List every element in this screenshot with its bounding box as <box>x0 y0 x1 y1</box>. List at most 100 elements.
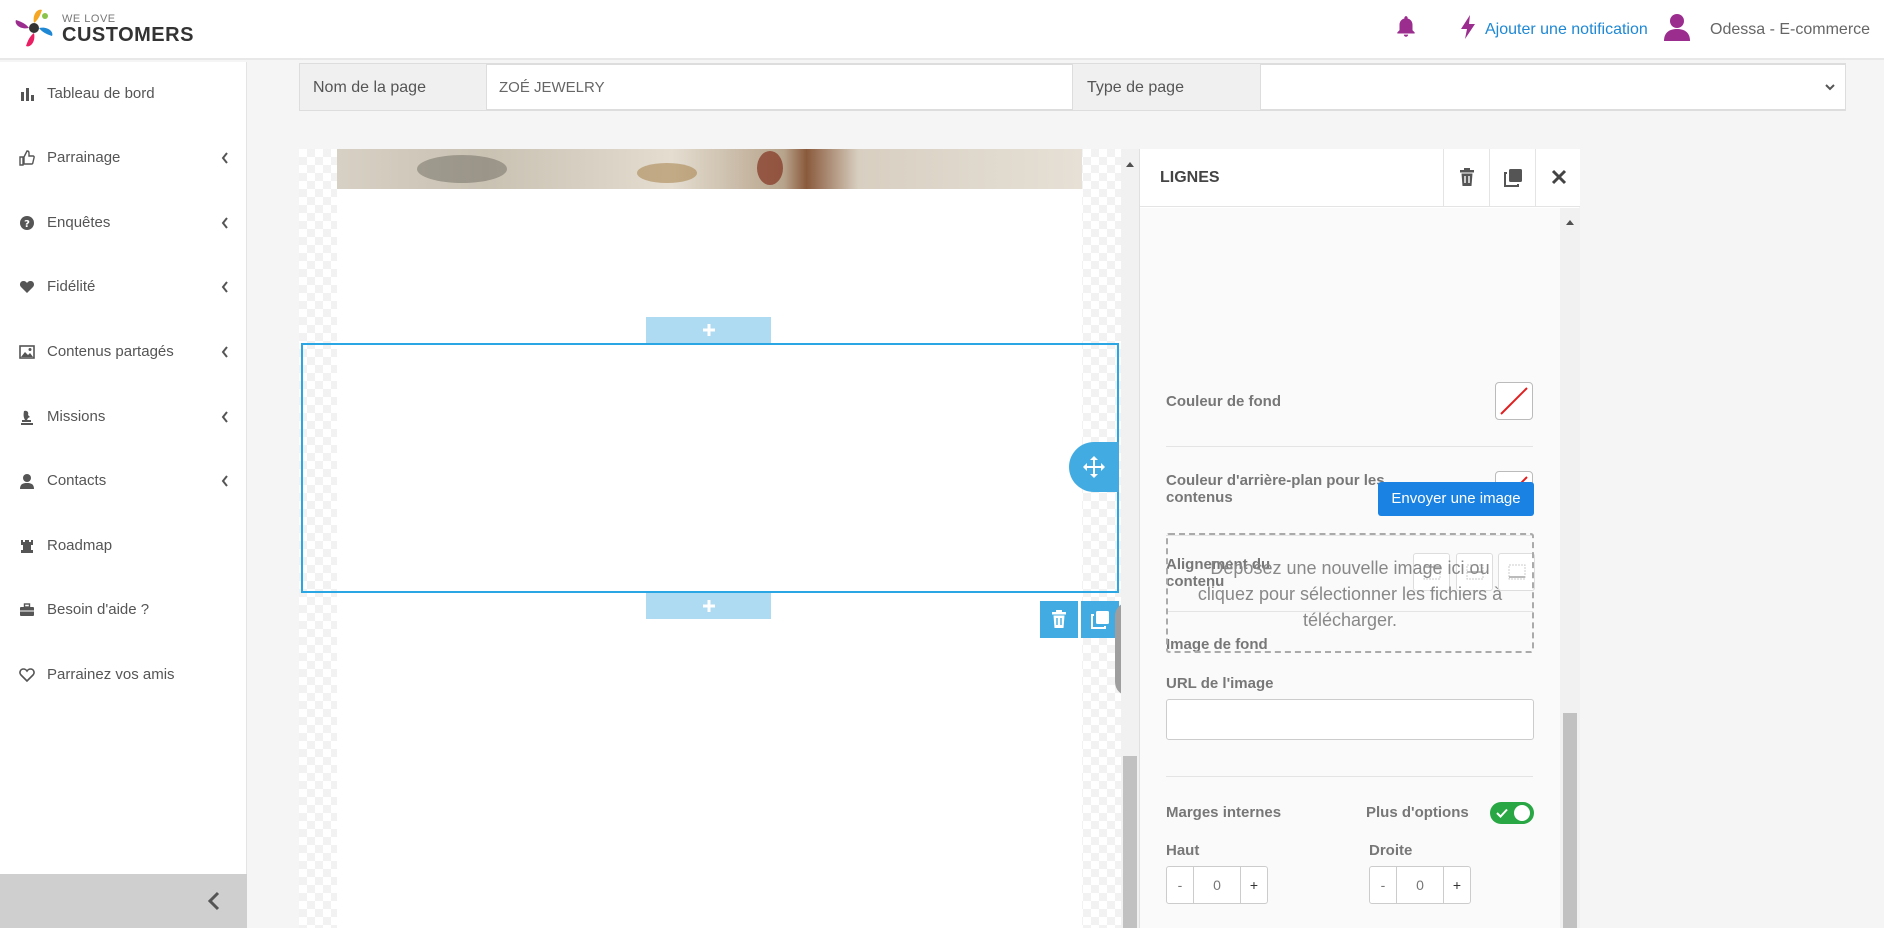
padding-right-value[interactable]: 0 <box>1397 867 1443 903</box>
panel-scrollbar[interactable] <box>1560 208 1580 928</box>
padding-top-label: Haut <box>1166 842 1200 859</box>
sidebar-item-invite-friends[interactable]: Parrainez vos amis <box>0 655 247 695</box>
user-name[interactable]: Odessa - E-commerce <box>1710 21 1870 39</box>
sidebar-item-label: Roadmap <box>47 537 113 554</box>
sidebar-item-loyalty[interactable]: Fidélité <box>0 267 247 307</box>
copy-icon <box>1504 169 1522 187</box>
bell-icon[interactable] <box>1393 14 1419 40</box>
toggle-knob <box>1514 805 1530 821</box>
trash-icon <box>1460 168 1474 186</box>
sidebar-item-label: Parrainez vos amis <box>47 666 175 683</box>
sidebar-item-referral[interactable]: Parrainage <box>0 138 247 178</box>
padding-top-value[interactable]: 0 <box>1194 867 1240 903</box>
sidebar-footer <box>0 874 247 928</box>
thumbs-up-icon <box>19 150 35 166</box>
logo[interactable]: WE LOVE CUSTOMERS <box>12 6 193 52</box>
svg-text:?: ? <box>24 219 30 230</box>
bg-color-picker[interactable] <box>1495 382 1533 420</box>
check-icon <box>1496 808 1508 818</box>
divider <box>1166 776 1533 777</box>
add-notification-link[interactable]: Ajouter une notification <box>1485 21 1648 39</box>
decrement-button[interactable]: - <box>1370 867 1397 903</box>
duplicate-row-button[interactable] <box>1081 601 1119 638</box>
panel-delete-button[interactable] <box>1443 149 1489 207</box>
sidebar-item-label: Missions <box>47 408 106 425</box>
add-row-above-button[interactable] <box>646 317 771 343</box>
canvas-scrollbar[interactable] <box>1121 149 1139 928</box>
top-bar: WE LOVE CUSTOMERS Ajouter une notificati… <box>0 0 1884 60</box>
increment-button[interactable]: + <box>1443 867 1470 903</box>
padding-label: Marges internes <box>1166 804 1282 821</box>
scroll-up-icon[interactable] <box>1565 213 1575 225</box>
chevron-left-icon <box>220 474 230 488</box>
more-options-label: Plus d'options <box>1366 804 1469 821</box>
chess-icon <box>19 409 35 425</box>
sidebar-item-label: Parrainage <box>47 149 121 166</box>
chevron-left-icon <box>220 151 230 165</box>
upload-image-button[interactable]: Envoyer une image <box>1378 482 1534 516</box>
no-color-icon <box>1500 387 1528 415</box>
image-url-input[interactable] <box>1166 699 1534 740</box>
more-options-toggle[interactable] <box>1490 802 1534 824</box>
sidebar: Tableau de bord Parrainage ? Enquêtes Fi… <box>0 62 247 928</box>
decrement-button[interactable]: - <box>1167 867 1194 903</box>
image-url-label: URL de l'image <box>1166 675 1274 692</box>
sidebar-item-shared-content[interactable]: Contenus partagés <box>0 332 247 372</box>
chevron-left-icon <box>220 410 230 424</box>
page-settings-bar: Nom de la page ZOÉ JEWELRY Type de page <box>299 63 1846 111</box>
plus-icon <box>701 322 717 338</box>
chevron-left-icon <box>220 216 230 230</box>
question-circle-icon: ? <box>19 215 35 231</box>
plus-icon <box>701 598 717 614</box>
sidebar-item-label: Contacts <box>47 472 107 489</box>
image-dropzone[interactable]: Déposez une nouvelle image ici ou clique… <box>1166 533 1534 653</box>
image-texture <box>757 151 783 185</box>
chevron-left-icon <box>220 345 230 359</box>
image-icon <box>19 344 35 360</box>
move-row-handle[interactable] <box>1069 442 1119 492</box>
sidebar-item-surveys[interactable]: ? Enquêtes <box>0 203 247 243</box>
logo-text: CUSTOMERS <box>62 24 194 46</box>
selected-row[interactable] <box>301 343 1119 593</box>
panel-duplicate-button[interactable] <box>1489 149 1535 207</box>
hero-image[interactable] <box>337 149 1082 189</box>
heart-icon <box>19 279 35 295</box>
page-name-input[interactable]: ZOÉ JEWELRY <box>486 64 1073 110</box>
copy-icon <box>1091 611 1109 629</box>
sidebar-item-contacts[interactable]: Contacts <box>0 461 247 501</box>
scrollbar-thumb[interactable] <box>1123 756 1137 928</box>
scroll-up-icon[interactable] <box>1125 155 1135 167</box>
increment-button[interactable]: + <box>1240 867 1267 903</box>
delete-row-button[interactable] <box>1040 601 1078 638</box>
sidebar-item-label: Besoin d'aide ? <box>47 601 150 618</box>
padding-right-label: Droite <box>1369 842 1413 859</box>
page-type-select[interactable] <box>1260 64 1846 110</box>
collapse-sidebar-icon[interactable] <box>206 890 222 912</box>
sidebar-item-dashboard[interactable]: Tableau de bord <box>0 74 247 114</box>
bolt-icon[interactable] <box>1458 14 1478 40</box>
chevron-left-icon <box>220 280 230 294</box>
sidebar-item-label: Fidélité <box>47 278 96 295</box>
chevron-down-icon <box>1823 79 1837 95</box>
sidebar-item-help[interactable]: Besoin d'aide ? <box>0 590 247 630</box>
sidebar-item-roadmap[interactable]: Roadmap <box>0 526 247 566</box>
add-row-below-button[interactable] <box>646 593 771 619</box>
panel-close-button[interactable] <box>1535 149 1581 207</box>
padding-right-stepper: - 0 + <box>1369 866 1471 904</box>
sidebar-item-missions[interactable]: Missions <box>0 397 247 437</box>
move-arrows-icon <box>1083 456 1105 478</box>
panel-header: LIGNES <box>1140 149 1580 207</box>
scrollbar-thumb[interactable] <box>1563 713 1577 928</box>
padding-top-stepper: - 0 + <box>1166 866 1268 904</box>
page-name-label: Nom de la page <box>313 79 426 96</box>
sidebar-item-label: Contenus partagés <box>47 343 174 360</box>
bg-color-label: Couleur de fond <box>1166 393 1281 410</box>
page-type-label: Type de page <box>1087 79 1184 96</box>
divider <box>1166 446 1533 447</box>
briefcase-icon <box>19 602 35 618</box>
panel-title: LIGNES <box>1160 169 1220 186</box>
user-avatar-icon[interactable] <box>1663 12 1691 42</box>
rook-icon <box>19 538 35 554</box>
sidebar-item-label: Enquêtes <box>47 214 111 231</box>
logo-mark-icon <box>15 9 53 47</box>
